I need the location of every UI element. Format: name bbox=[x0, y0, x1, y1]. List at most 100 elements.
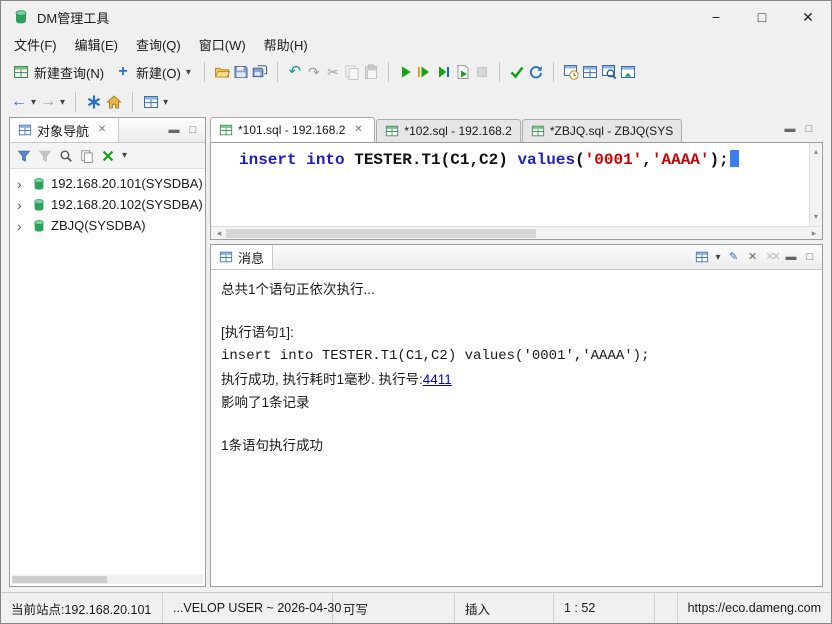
views-icon[interactable] bbox=[143, 94, 159, 110]
home-icon[interactable] bbox=[106, 94, 122, 110]
view-options-icon[interactable] bbox=[695, 250, 709, 264]
cut-icon[interactable]: ✂ bbox=[325, 64, 341, 80]
editor-stack-actions: ▬ □ bbox=[776, 121, 823, 142]
navigation-toolbar: ← ▾ → ▾ ▾ bbox=[1, 89, 831, 115]
maximize-messages-icon[interactable]: □ bbox=[804, 249, 816, 265]
execute-current-icon[interactable] bbox=[417, 64, 433, 80]
tree-item-label: 192.168.20.102(SYSDBA) bbox=[51, 197, 203, 212]
menu-file[interactable]: 文件(F) bbox=[5, 33, 66, 56]
agent-jobs-icon[interactable] bbox=[563, 64, 579, 80]
sql-code-line[interactable]: insert into TESTER.T1(C1,C2) values('000… bbox=[211, 143, 822, 226]
tree-item-connection[interactable]: › ZBJQ(SYSDBA) bbox=[10, 215, 205, 236]
sql-identifier: TESTER.T1(C1,C2) bbox=[345, 151, 518, 169]
status-caret-position: 1 : 52 bbox=[554, 593, 655, 623]
status-eco-link[interactable]: https://eco.dameng.com bbox=[677, 593, 831, 623]
object-navigator-tab[interactable]: 对象导航 ✕ bbox=[10, 118, 119, 142]
minimize-editor-icon[interactable]: ▬ bbox=[784, 121, 796, 137]
paste-icon[interactable] bbox=[363, 64, 379, 80]
new-query-button[interactable]: 新建查询(N) bbox=[9, 60, 108, 85]
scrollbar-thumb[interactable] bbox=[226, 229, 536, 238]
menu-help[interactable]: 帮助(H) bbox=[255, 33, 317, 56]
open-folder-icon[interactable] bbox=[214, 64, 230, 80]
expander-icon[interactable]: › bbox=[17, 219, 27, 233]
tab-label: *ZBJQ.sql - ZBJQ(SYS bbox=[550, 124, 673, 138]
connection-tree: › 192.168.20.101(SYSDBA) › 192.168.20.10… bbox=[10, 169, 205, 574]
menu-edit[interactable]: 编辑(E) bbox=[66, 33, 127, 56]
sql-editor[interactable]: insert into TESTER.T1(C1,C2) values('000… bbox=[210, 142, 823, 240]
window-controls: − □ ✕ bbox=[693, 1, 831, 33]
message-result-text: 执行成功, 执行耗时1毫秒. 执行号: bbox=[221, 372, 423, 387]
tree-item-connection[interactable]: › 192.168.20.102(SYSDBA) bbox=[10, 194, 205, 215]
undo-icon[interactable]: ↶ bbox=[287, 64, 303, 80]
status-bar: 当前站点:192.168.20.101 ...VELOP USER ~ 2026… bbox=[1, 592, 831, 623]
collapse-all-icon[interactable] bbox=[101, 149, 115, 163]
tab-zbjq-sql[interactable]: *ZBJQ.sql - ZBJQ(SYS bbox=[522, 119, 682, 142]
execution-id-link[interactable]: 4411 bbox=[423, 372, 452, 387]
editor-vscrollbar[interactable]: ▴ ▾ bbox=[809, 143, 822, 226]
search-icon[interactable] bbox=[59, 149, 73, 163]
menu-window[interactable]: 窗口(W) bbox=[190, 33, 255, 56]
scrollbar-thumb[interactable] bbox=[12, 576, 107, 583]
scroll-left-icon[interactable]: ◂ bbox=[214, 225, 224, 241]
minimize-view-icon[interactable]: ▬ bbox=[168, 122, 180, 138]
back-icon[interactable]: ← bbox=[11, 94, 27, 110]
tab-close-icon[interactable]: ✕ bbox=[350, 122, 366, 138]
data-migrate-icon[interactable] bbox=[620, 64, 636, 80]
stop-icon[interactable] bbox=[474, 64, 490, 80]
navigator-close-icon[interactable]: ✕ bbox=[94, 122, 110, 138]
scroll-right-icon[interactable]: ▸ bbox=[809, 225, 819, 241]
panes-icon[interactable] bbox=[80, 149, 94, 163]
minimize-button[interactable]: − bbox=[693, 1, 739, 33]
message-line: 总共1个语句正依次执行... bbox=[221, 279, 812, 302]
save-icon[interactable] bbox=[233, 64, 249, 80]
interrupt-icon[interactable] bbox=[86, 94, 102, 110]
custom-filter-icon[interactable] bbox=[38, 149, 52, 163]
message-sql-line: insert into TESTER.T1(C1,C2) values('000… bbox=[221, 345, 812, 369]
rollback-icon[interactable] bbox=[528, 64, 544, 80]
commit-icon[interactable] bbox=[509, 64, 525, 80]
execute-next-icon[interactable] bbox=[436, 64, 452, 80]
maximize-view-icon[interactable]: □ bbox=[187, 122, 199, 138]
execute-icon[interactable] bbox=[398, 64, 414, 80]
scroll-down-icon[interactable]: ▾ bbox=[811, 209, 821, 225]
forward-icon[interactable]: → bbox=[40, 94, 56, 110]
new-object-dropdown-icon[interactable]: ▾ bbox=[186, 67, 191, 78]
navigator-toolbar: ▾ bbox=[10, 143, 205, 169]
close-button[interactable]: ✕ bbox=[785, 1, 831, 33]
status-site: 当前站点:192.168.20.101 bbox=[1, 593, 163, 623]
tab-102-sql[interactable]: *102.sql - 192.168.2 bbox=[376, 119, 520, 142]
tree-item-label: 192.168.20.101(SYSDBA) bbox=[51, 176, 203, 191]
views-dropdown-icon[interactable]: ▾ bbox=[163, 97, 168, 108]
status-insert-mode: 插入 bbox=[455, 593, 554, 623]
sql-analyze-icon[interactable] bbox=[601, 64, 617, 80]
back-dropdown-icon[interactable]: ▾ bbox=[31, 97, 36, 108]
filter-icon[interactable] bbox=[17, 149, 31, 163]
clear-console-icon[interactable]: ✕ bbox=[747, 249, 759, 265]
execute-script-icon[interactable] bbox=[455, 64, 471, 80]
menu-query[interactable]: 查询(Q) bbox=[127, 33, 190, 56]
forward-dropdown-icon[interactable]: ▾ bbox=[60, 97, 65, 108]
sql-file-icon bbox=[531, 124, 545, 138]
copy-icon[interactable] bbox=[344, 64, 360, 80]
navigator-hscrollbar[interactable] bbox=[12, 575, 203, 584]
redo-icon[interactable]: ↷ bbox=[306, 64, 322, 80]
expander-icon[interactable]: › bbox=[17, 198, 27, 212]
messages-tab[interactable]: 消息 bbox=[211, 245, 273, 269]
pin-output-icon[interactable]: ✎ bbox=[728, 249, 740, 265]
view-options-dropdown-icon[interactable]: ▾ bbox=[716, 252, 721, 263]
tab-101-sql[interactable]: *101.sql - 192.168.2 ✕ bbox=[210, 117, 375, 142]
navigator-menu-dropdown-icon[interactable]: ▾ bbox=[122, 150, 127, 161]
maximize-button[interactable]: □ bbox=[739, 1, 785, 33]
editor-hscrollbar[interactable]: ◂ ▸ bbox=[211, 226, 822, 239]
expander-icon[interactable]: › bbox=[17, 177, 27, 191]
scroll-up-icon[interactable]: ▴ bbox=[811, 144, 821, 160]
new-object-button[interactable]: + 新建(O) ▾ bbox=[111, 60, 195, 85]
menu-bar: 文件(F) 编辑(E) 查询(Q) 窗口(W) 帮助(H) bbox=[1, 33, 831, 55]
remove-all-icon[interactable]: ✕✕ bbox=[766, 249, 778, 265]
minimize-messages-icon[interactable]: ▬ bbox=[785, 249, 797, 265]
monitor-icon[interactable] bbox=[582, 64, 598, 80]
maximize-editor-icon[interactable]: □ bbox=[803, 121, 815, 137]
tree-item-connection[interactable]: › 192.168.20.101(SYSDBA) bbox=[10, 173, 205, 194]
messages-output[interactable]: 总共1个语句正依次执行... [执行语句1]: insert into TEST… bbox=[211, 270, 822, 586]
save-all-icon[interactable] bbox=[252, 64, 268, 80]
